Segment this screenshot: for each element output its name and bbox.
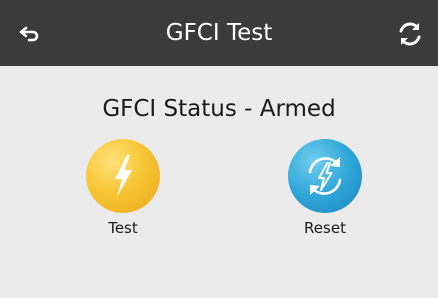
refresh-button[interactable] xyxy=(392,16,428,52)
header-bar: GFCI Test xyxy=(0,0,438,66)
reset-bolt-icon xyxy=(308,157,342,195)
reset-circle xyxy=(288,139,362,213)
reset-button[interactable]: Reset xyxy=(265,139,385,239)
gfci-status-text: GFCI Status - Armed xyxy=(102,96,336,122)
lightning-bolt-icon xyxy=(115,155,132,197)
refresh-icon xyxy=(399,22,421,46)
reset-label: Reset xyxy=(304,219,346,237)
test-button[interactable]: Test xyxy=(63,139,183,239)
page-title: GFCI Test xyxy=(165,20,273,46)
test-label: Test xyxy=(108,219,138,237)
test-circle xyxy=(86,139,160,213)
